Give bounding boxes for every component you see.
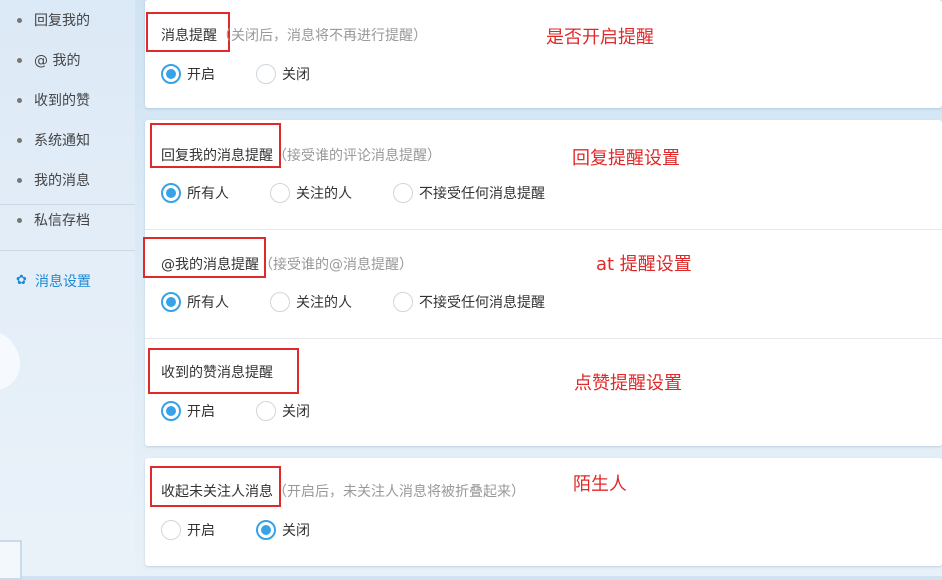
message-reminder-card — [145, 0, 942, 108]
radio-label: 开启 — [187, 404, 215, 420]
radio-empty-icon — [256, 401, 276, 421]
section-title: 收到的赞消息提醒 — [161, 365, 273, 381]
radio-label: 开启 — [187, 67, 215, 83]
radio-selected-icon — [161, 401, 181, 421]
annotation-note: at 提醒设置 — [596, 254, 692, 275]
radio-label: 关注的人 — [296, 295, 352, 311]
radio-like-on[interactable]: 开启 — [161, 401, 215, 421]
sidebar-item-label: 我的消息 — [34, 173, 90, 189]
radio-empty-icon — [393, 183, 413, 203]
radio-at-following[interactable]: 关注的人 — [270, 292, 352, 312]
section-divider — [145, 229, 942, 230]
section-title: 回复我的消息提醒 — [161, 148, 273, 164]
radio-stranger-on[interactable]: 开启 — [161, 520, 215, 540]
sidebar-item-mentions[interactable]: @ 我的 — [0, 40, 135, 80]
bullet-icon — [17, 217, 22, 223]
radio-stranger-off[interactable]: 关闭 — [256, 520, 310, 540]
section-divider — [145, 338, 942, 339]
bullet-icon — [17, 97, 22, 103]
gear-icon: ✿ — [16, 273, 27, 288]
sidebar-item-label: 私信存档 — [34, 213, 90, 229]
radio-label: 不接受任何消息提醒 — [419, 295, 545, 311]
sidebar-item-label: 消息设置 — [35, 274, 91, 290]
sidebar-item-label: 收到的赞 — [34, 93, 90, 109]
radio-enable-off[interactable]: 关闭 — [256, 64, 310, 84]
sidebar-divider — [0, 250, 135, 251]
section-title: 消息提醒 — [161, 28, 217, 44]
section-hint: （关闭后，消息将不再进行提醒） — [217, 28, 427, 44]
radio-empty-icon — [270, 183, 290, 203]
notification-settings-card — [145, 120, 942, 446]
annotation-note: 陌生人 — [573, 474, 627, 495]
reply-reminder-title: 回复我的消息提醒（接受谁的评论消息提醒） — [161, 145, 441, 165]
sidebar-item-system[interactable]: 系统通知 — [0, 120, 135, 160]
bullet-icon — [17, 177, 22, 183]
radio-like-off[interactable]: 关闭 — [256, 401, 310, 421]
sidebar-item-replies[interactable]: 回复我的 — [0, 0, 135, 40]
section-hint: （接受谁的@消息提醒） — [259, 257, 413, 273]
radio-at-everyone[interactable]: 所有人 — [161, 292, 229, 312]
radio-empty-icon — [161, 520, 181, 540]
sidebar-item-label: 系统通知 — [34, 133, 90, 149]
at-reminder-title: @我的消息提醒（接受谁的@消息提醒） — [161, 254, 413, 274]
radio-selected-icon — [161, 183, 181, 203]
annotation-note: 回复提醒设置 — [572, 148, 680, 169]
radio-selected-icon — [256, 520, 276, 540]
radio-selected-icon — [161, 292, 181, 312]
radio-selected-icon — [161, 64, 181, 84]
radio-empty-icon — [393, 292, 413, 312]
stranger-reminder-title: 收起未关注人消息（开启后，未关注人消息将被折叠起来） — [161, 481, 525, 501]
radio-label: 关闭 — [282, 404, 310, 420]
sidebar-item-settings[interactable]: ✿ 消息设置 — [0, 263, 135, 299]
sidebar-item-archive[interactable]: 私信存档 — [0, 200, 135, 240]
radio-empty-icon — [256, 64, 276, 84]
section-title: 收起未关注人消息 — [161, 484, 273, 500]
radio-at-none[interactable]: 不接受任何消息提醒 — [393, 292, 545, 312]
radio-enable-on[interactable]: 开启 — [161, 64, 215, 84]
radio-label: 关闭 — [282, 67, 310, 83]
radio-label: 开启 — [187, 523, 215, 539]
section-hint: （接受谁的评论消息提醒） — [273, 148, 441, 164]
annotation-note: 是否开启提醒 — [546, 27, 654, 48]
bullet-icon — [17, 57, 22, 63]
bullet-icon — [17, 137, 22, 143]
radio-label: 所有人 — [187, 295, 229, 311]
message-reminder-title: 消息提醒（关闭后，消息将不再进行提醒） — [161, 25, 427, 45]
section-hint: （开启后，未关注人消息将被折叠起来） — [273, 484, 525, 500]
sidebar-item-label: 回复我的 — [34, 13, 90, 29]
background-decoration — [0, 330, 20, 390]
like-reminder-title: 收到的赞消息提醒 — [161, 362, 273, 382]
sidebar-item-label: @ 我的 — [34, 53, 81, 69]
sidebar-item-my-messages[interactable]: 我的消息 — [0, 160, 135, 200]
radio-label: 关闭 — [282, 523, 310, 539]
sidebar: 回复我的 @ 我的 收到的赞 系统通知 我的消息 私信存档 ✿ 消息设置 — [0, 0, 135, 580]
bullet-icon — [17, 17, 22, 23]
section-title: @我的消息提醒 — [161, 257, 259, 273]
radio-reply-following[interactable]: 关注的人 — [270, 183, 352, 203]
radio-reply-none[interactable]: 不接受任何消息提醒 — [393, 183, 545, 203]
radio-reply-everyone[interactable]: 所有人 — [161, 183, 229, 203]
sidebar-item-likes[interactable]: 收到的赞 — [0, 80, 135, 120]
radio-empty-icon — [270, 292, 290, 312]
radio-label: 所有人 — [187, 186, 229, 202]
radio-label: 不接受任何消息提醒 — [419, 186, 545, 202]
background-decoration — [0, 540, 22, 580]
annotation-note: 点赞提醒设置 — [574, 373, 682, 394]
radio-label: 关注的人 — [296, 186, 352, 202]
